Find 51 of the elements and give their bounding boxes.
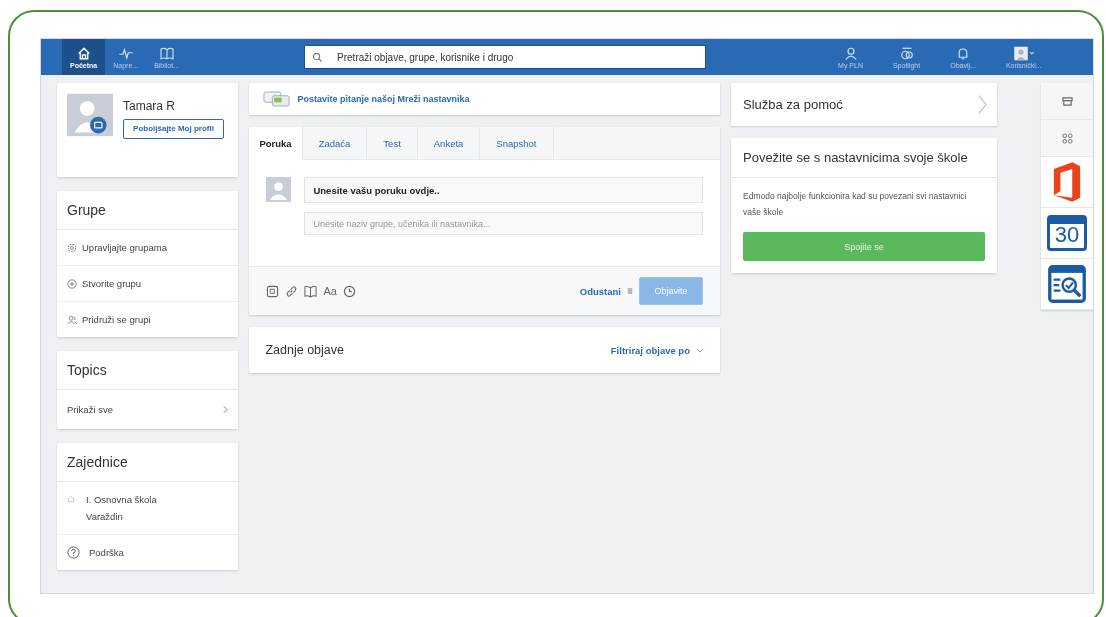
connect-text: Edmodo najbolje funkcionira kad su povezani svi nastavnici vaše škole (743, 190, 968, 219)
composer-tab[interactable]: Poruka (249, 127, 303, 160)
cancel-link[interactable]: Odustani (579, 285, 621, 297)
chevron-right-icon (223, 405, 229, 414)
text-format-button[interactable]: Aa (323, 285, 337, 297)
house-icon (67, 495, 75, 503)
card-title: Povežite se s nastavnicima svoje škole (731, 138, 998, 178)
avatar-icon (266, 177, 292, 202)
filter-dropdown[interactable]: Filtriraj objave po (610, 344, 704, 356)
menu-item[interactable]: Upravljajte grupama (57, 230, 239, 266)
search-field[interactable]: Pretraži objave, grupe, korisnike i drugo (304, 45, 707, 69)
ask-link[interactable]: Postavite pitanje našoj Mreži nastavnika (297, 94, 470, 104)
book-icon (158, 45, 175, 61)
message-field[interactable]: Unesite vašu poruku ovdje.. (304, 177, 703, 203)
help-card[interactable]: Služba za pomoć (731, 83, 998, 126)
people-icon (67, 314, 77, 325)
pulse-icon (117, 45, 134, 61)
improve-profile-button[interactable]: Poboljšajte Moj profil (123, 119, 224, 140)
composer-tab[interactable]: Test (367, 127, 418, 160)
feed-title: Zadnje objave (265, 343, 344, 357)
gear-icon (67, 242, 77, 253)
spotlight-icon (898, 45, 915, 61)
show-all-link[interactable]: Prikaži sve (57, 390, 239, 429)
apps-icon (1061, 132, 1073, 144)
help-title: Služba za pomoć (743, 97, 843, 112)
composer-tab[interactable]: Snapshot (480, 127, 554, 160)
chat-bubbles-icon (263, 90, 292, 108)
book-icon[interactable] (304, 284, 318, 298)
calendar-icon: 30 (1047, 215, 1088, 251)
avatar-icon (67, 93, 113, 137)
clock-icon[interactable] (342, 284, 356, 298)
link-icon[interactable] (285, 284, 299, 298)
store-icon (1061, 95, 1073, 107)
card-title: Topics (57, 351, 239, 390)
user-name: Tamara R (123, 99, 176, 113)
chevron-down-icon (696, 347, 704, 353)
search-icon (312, 52, 324, 63)
menu-item[interactable]: Stvorite grupu (57, 266, 239, 302)
quiz-search-icon (1047, 263, 1088, 305)
menu-item[interactable]: Pridruži se grupi (57, 302, 239, 337)
chevron-right-icon (978, 94, 988, 115)
recipients-field[interactable]: Unesite naziv grupe, učenika ili nastavnika... (304, 212, 703, 235)
composer-tab[interactable]: Zadaća (302, 127, 368, 160)
file-icon[interactable] (266, 284, 280, 298)
card-title: Zajednice (57, 443, 239, 482)
help-icon (67, 546, 80, 559)
card-title: Grupe (57, 191, 239, 230)
plus-icon (67, 278, 77, 289)
composer-tab[interactable]: Anketa (417, 127, 481, 160)
menu-item[interactable]: I. Osnovna škola Varaždin (57, 482, 239, 535)
menu-item[interactable]: Podrška (57, 535, 239, 570)
